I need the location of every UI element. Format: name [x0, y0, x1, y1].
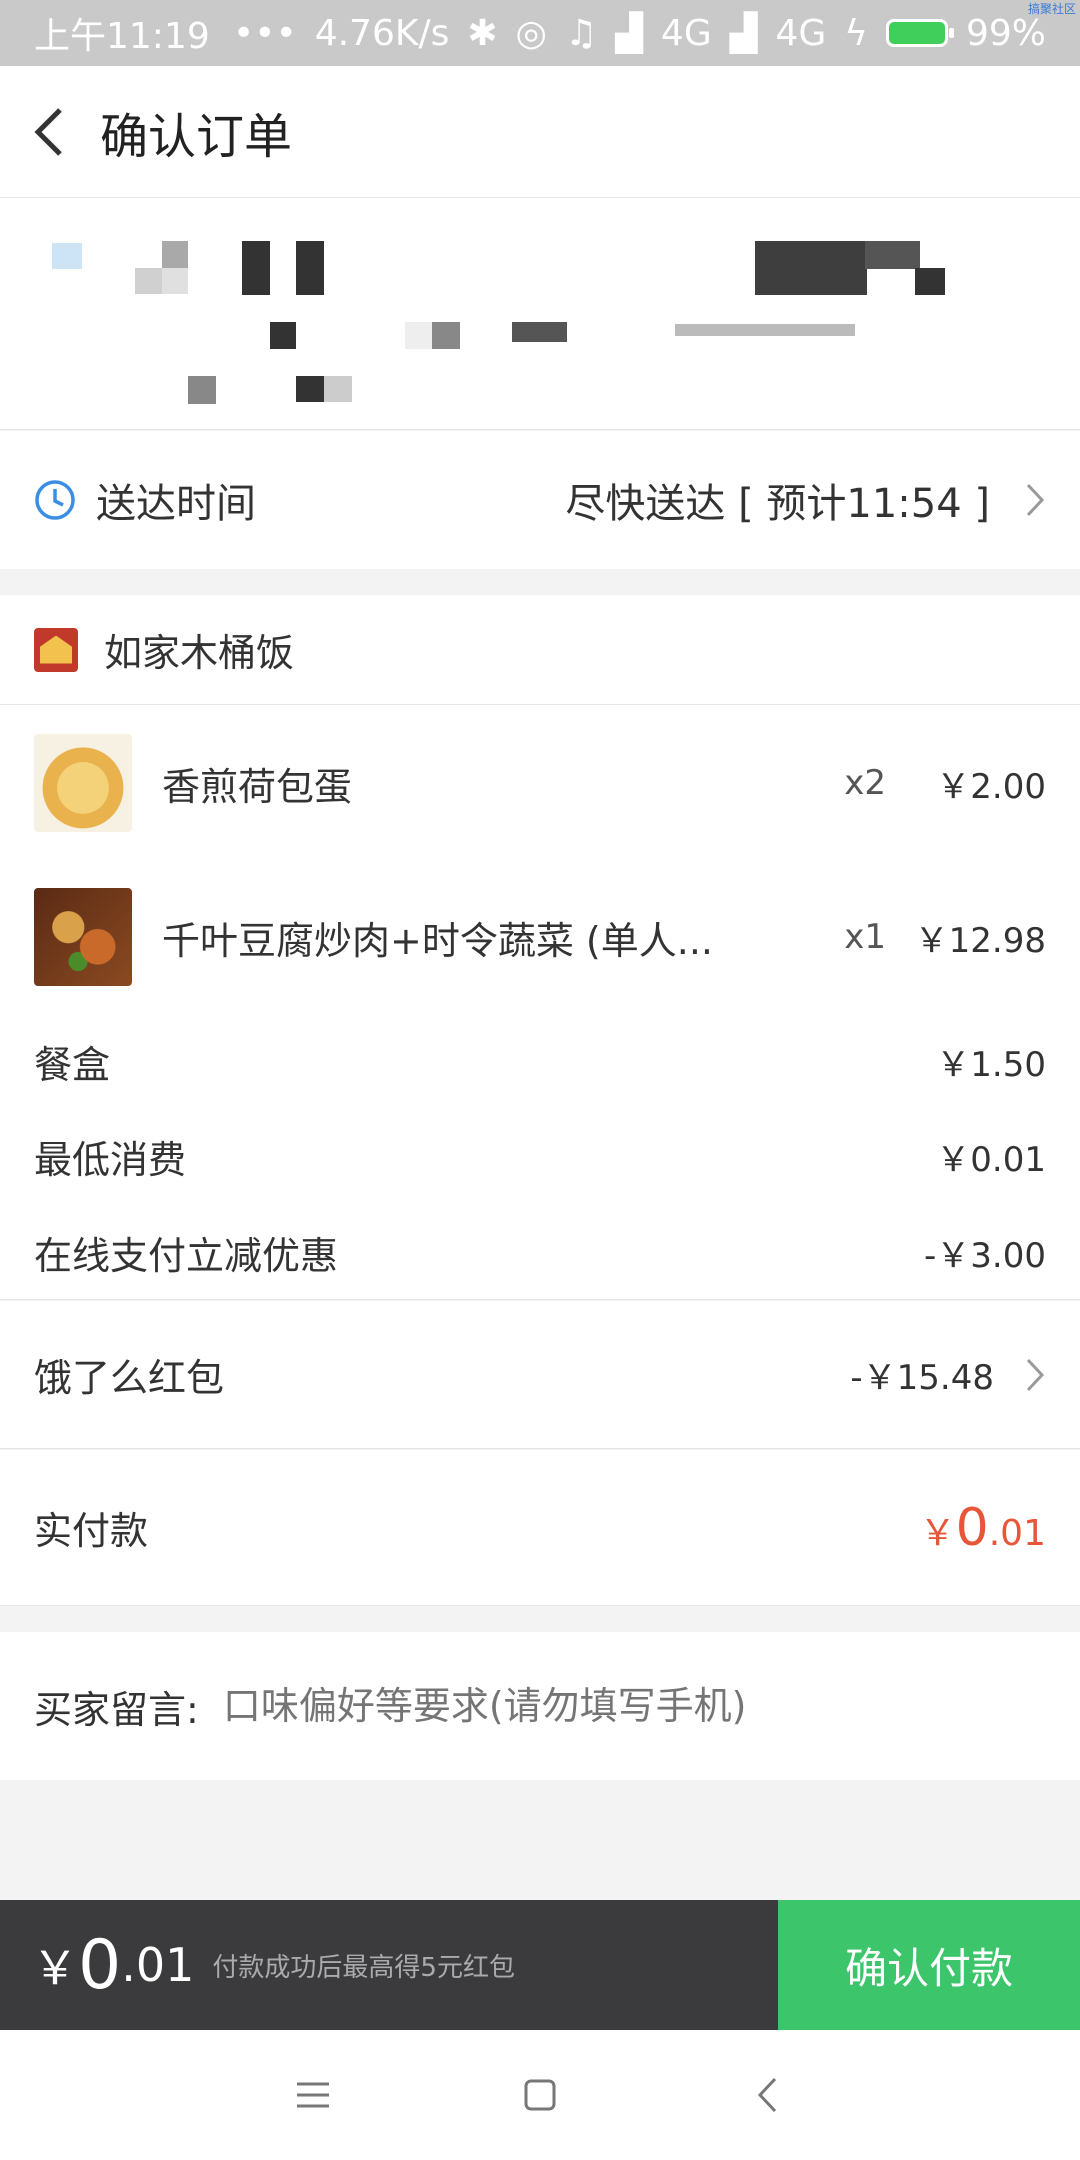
amount-decimal: .01 — [121, 1938, 195, 1992]
actual-payment-amount: ￥ 0.01 — [920, 1498, 1046, 1558]
delivery-address[interactable] — [0, 198, 1080, 430]
red-packet-label: 饿了么红包 — [34, 1356, 225, 1400]
fee-label: 在线支付立减优惠 — [34, 1233, 339, 1278]
dish-quantity: x2 — [844, 763, 886, 803]
chevron-left-icon — [34, 107, 62, 156]
chevron-right-icon — [1026, 483, 1045, 517]
mute-bell-icon: ♫ — [564, 12, 598, 54]
network-type-2: 4G — [775, 12, 827, 54]
pay-hint: 付款成功后最高得5元红包 — [212, 1952, 515, 1983]
back-triangle-icon — [757, 2077, 776, 2113]
buyer-message-input[interactable] — [222, 1684, 1046, 1728]
list-item: 千叶豆腐炒肉+时令蔬菜 (单人... x1 ￥12.98 — [0, 887, 1080, 987]
network-type-1: 4G — [660, 12, 712, 54]
menu-button[interactable] — [263, 2055, 363, 2135]
status-indicators: ••• 4.76K/s ✱ ◎ ♫ ▟ 4G ▟ 4G ϟ 99% — [233, 13, 1046, 54]
signal-icon: ▟ — [615, 12, 643, 54]
amount-integer: 0 — [955, 1497, 989, 1558]
dish-name: 香煎荷包蛋 — [162, 764, 353, 809]
order-details: 香煎荷包蛋 x2 ￥2.00 千叶豆腐炒肉+时令蔬菜 (单人... x1 ￥12… — [0, 705, 1080, 1300]
clock-icon — [35, 480, 75, 520]
amount-integer: 0 — [78, 1925, 122, 2005]
network-speed: 4.76K/s — [314, 12, 450, 54]
shop-logo-icon — [34, 627, 78, 672]
pay-amount: ￥ 0.01 付款成功后最高得5元红包 — [0, 1900, 778, 2030]
system-nav-bar — [0, 2030, 1080, 2160]
status-time: 上午11:19 — [34, 16, 210, 57]
home-button[interactable] — [490, 2055, 590, 2135]
nfc-icon: ◎ — [515, 12, 547, 54]
fee-label: 最低消费 — [34, 1137, 187, 1182]
shop-name: 如家木桶饭 — [104, 631, 295, 675]
amount-decimal: .01 — [988, 1512, 1046, 1554]
actual-payment-label: 实付款 — [34, 1509, 149, 1553]
menu-icon — [297, 2082, 330, 2108]
red-packet-value: -￥15.48 — [850, 1358, 994, 1398]
dish-image — [34, 888, 132, 986]
bluetooth-icon: ✱ — [467, 12, 498, 54]
delivery-time-label: 送达时间 — [96, 481, 256, 527]
dish-name: 千叶豆腐炒肉+时令蔬菜 (单人... — [162, 918, 713, 963]
home-square-icon — [524, 2079, 556, 2111]
dish-price: ￥12.98 — [914, 920, 1046, 961]
page-header: 确认订单 — [0, 66, 1080, 198]
fee-row-discount: 在线支付立减优惠 -￥3.00 — [0, 1207, 1080, 1297]
pay-bar: ￥ 0.01 付款成功后最高得5元红包 确认付款 — [0, 1900, 1080, 2030]
currency-symbol: ￥ — [32, 1941, 78, 1995]
delivery-time-value: 尽快送达 [ 预计11:54 ] — [565, 481, 990, 527]
fee-value: ￥0.01 — [936, 1139, 1046, 1180]
status-bar: 上午11:19 ••• 4.76K/s ✱ ◎ ♫ ▟ 4G ▟ 4G ϟ 99… — [0, 0, 1080, 66]
delivery-time-row[interactable]: 送达时间 尽快送达 [ 预计11:54 ] — [0, 431, 1080, 569]
fee-label: 餐盒 — [34, 1042, 111, 1087]
watermark: 搞聚社区 — [1027, 2, 1076, 16]
currency-symbol: ￥ — [919, 1512, 956, 1554]
dish-price: ￥2.00 — [936, 766, 1046, 807]
actual-payment-row: 实付款 ￥ 0.01 — [0, 1450, 1080, 1606]
charging-bolt-icon: ϟ — [844, 12, 868, 54]
back-button[interactable] — [0, 66, 100, 198]
signal-hd-icon: ▟ — [729, 12, 758, 54]
buyer-message-row: 买家留言: — [0, 1632, 1080, 1780]
fee-row-box: 餐盒 ￥1.50 — [0, 1016, 1080, 1106]
battery-icon — [885, 19, 954, 47]
confirm-payment-button[interactable]: 确认付款 — [778, 1900, 1080, 2030]
buyer-message-label: 买家留言: — [34, 1687, 199, 1732]
fee-row-minimum: 最低消费 ￥0.01 — [0, 1111, 1080, 1201]
list-item: 香煎荷包蛋 x2 ￥2.00 — [0, 733, 1080, 833]
fee-value: ￥1.50 — [936, 1044, 1046, 1085]
chevron-right-icon — [1026, 1358, 1045, 1391]
dish-quantity: x1 — [844, 917, 886, 957]
battery-level: 99% — [965, 12, 1046, 54]
more-dots-icon: ••• — [233, 12, 297, 54]
page-title: 确认订单 — [100, 108, 293, 165]
red-packet-row[interactable]: 饿了么红包 -￥15.48 — [0, 1301, 1080, 1449]
fee-value: -￥3.00 — [924, 1235, 1046, 1276]
dish-image — [34, 734, 132, 832]
shop-row[interactable]: 如家木桶饭 — [0, 595, 1080, 705]
system-back-button[interactable] — [717, 2055, 817, 2135]
